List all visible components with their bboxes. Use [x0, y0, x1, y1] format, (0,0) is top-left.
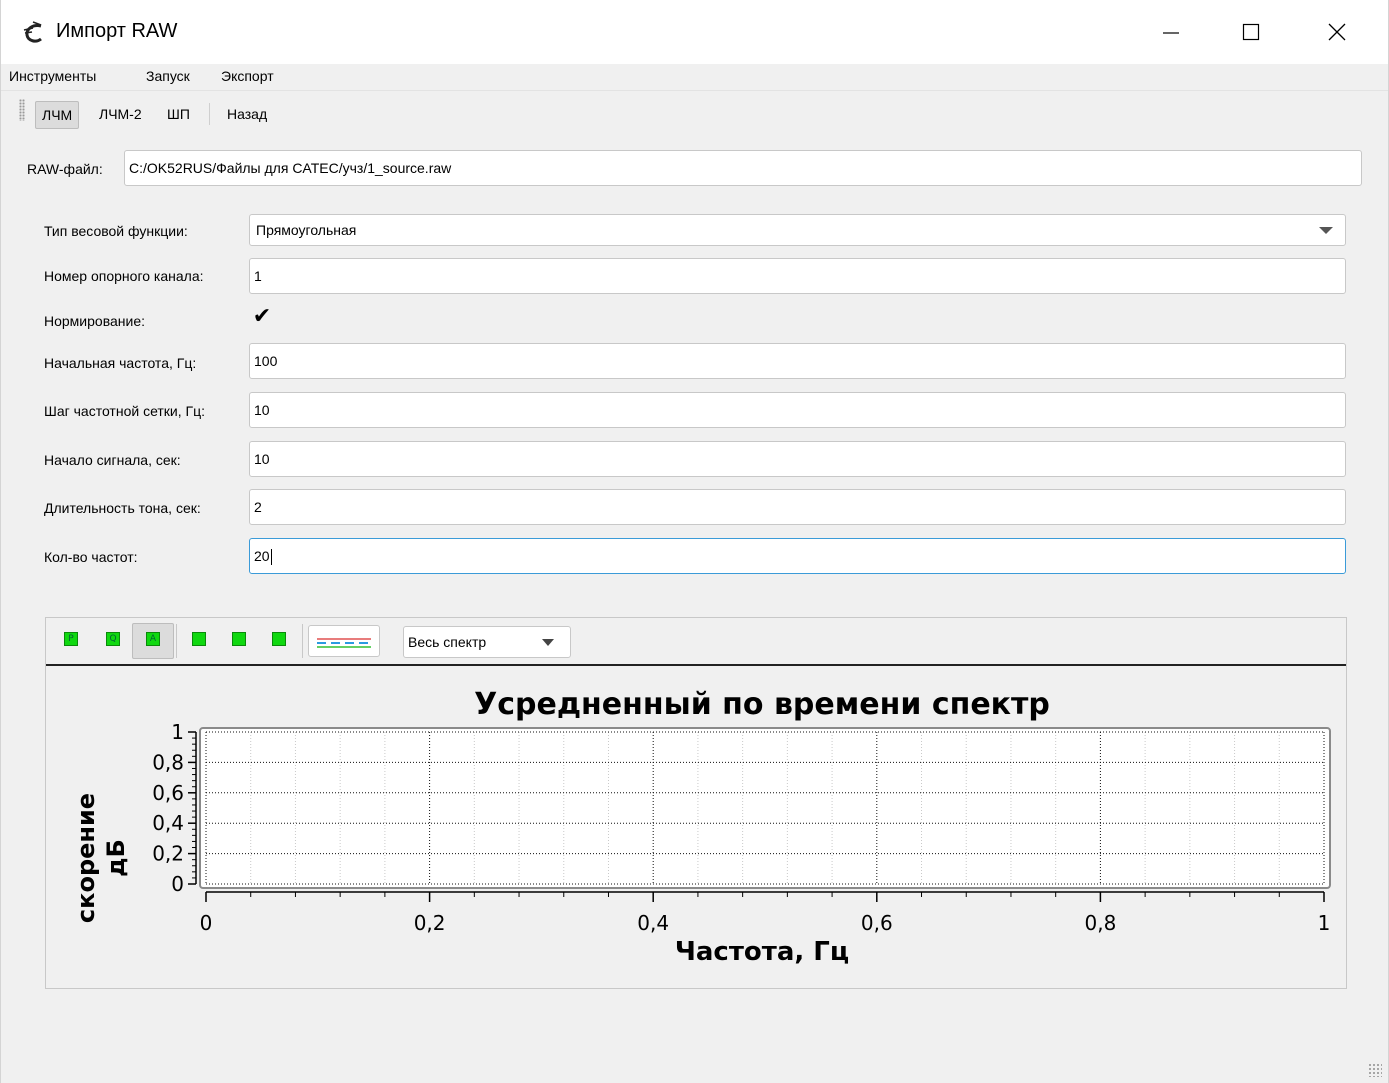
legend-lines-icon: [317, 638, 371, 648]
x-tick-label: 0,8: [1084, 911, 1116, 935]
y-axis-label-line-1: скорение: [72, 793, 100, 923]
x-tick-label: 0: [200, 911, 213, 935]
close-icon: [1328, 23, 1346, 41]
back-button[interactable]: Назад: [221, 101, 273, 129]
spectrum-range-select[interactable]: Весь спектр: [403, 626, 571, 658]
chart-title: Усредненный по времени спектр: [474, 687, 1050, 722]
freq-count-value: 20: [254, 548, 270, 564]
raw-file-label: RAW-файл:: [27, 161, 103, 177]
spectrum-range-value: Весь спектр: [408, 634, 487, 650]
maximize-button[interactable]: [1211, 0, 1291, 64]
menu-tools[interactable]: Инструменты: [9, 68, 96, 84]
zoom-icon[interactable]: Q: [106, 632, 120, 646]
normalize-checkbox[interactable]: ✔: [250, 306, 274, 330]
autoscale-icon[interactable]: A: [146, 632, 160, 646]
window-type-select[interactable]: Прямоугольная: [249, 214, 1346, 246]
y-tick-label: 0,4: [152, 811, 184, 835]
menu-export[interactable]: Экспорт: [221, 68, 274, 84]
menu-run[interactable]: Запуск: [146, 68, 190, 84]
chart-panel: P Q A Весь спектр Усредненный по времени…: [45, 617, 1347, 989]
freq-count-label: Кол-во частот:: [44, 549, 138, 565]
minimize-icon: [1163, 32, 1179, 34]
plot-area[interactable]: 0 0,2 0,4 0,6 0,8 1 0 0,2 0,4 0,6 0,8 1: [152, 720, 1331, 935]
signal-start-label: Начало сигнала, сек:: [44, 452, 181, 468]
pan-icon[interactable]: P: [64, 632, 78, 646]
x-tick-label: 1: [1318, 911, 1331, 935]
x-tick-label: 0,6: [861, 911, 893, 935]
freq-step-label: Шаг частотной сетки, Гц:: [44, 403, 206, 419]
tone-duration-field[interactable]: 2: [249, 489, 1346, 525]
signal-start-field[interactable]: 10: [249, 441, 1346, 477]
spectrum-chart: Усредненный по времени спектр скорение д…: [72, 687, 1331, 967]
text-caret: [270, 549, 272, 566]
fit-icon[interactable]: [192, 632, 206, 646]
raw-file-path-field[interactable]: C:/OK52RUS/Файлы для CATEC/учз/1_source.…: [124, 150, 1362, 186]
close-button[interactable]: [1297, 0, 1377, 64]
freq-count-field[interactable]: 20: [249, 538, 1346, 574]
x-tick-label: 0,2: [414, 911, 446, 935]
plot-frame: [199, 727, 1331, 889]
ref-channel-label: Номер опорного канала:: [44, 268, 204, 284]
y-axis-label-group: скорение дБ: [72, 793, 130, 923]
y-tick-label: 1: [171, 720, 184, 744]
chart-toolbar-divider: [46, 664, 1346, 666]
y-tick-label: 0,2: [152, 842, 184, 866]
title-bar: Импорт RAW: [1, 0, 1388, 64]
y-tick-label: 0,8: [152, 750, 184, 774]
maximize-icon: [1242, 23, 1260, 41]
import-raw-window: Импорт RAW Инструменты Запуск Экспорт ЛЧ…: [0, 0, 1389, 1083]
toolbar-grip-icon[interactable]: [19, 99, 25, 121]
chart-toolbar-separator: [176, 624, 177, 658]
x-tick-label: 0,4: [637, 911, 669, 935]
tab-lfm[interactable]: ЛЧМ: [35, 101, 80, 129]
main-toolbar: ЛЧМ ЛЧМ-2 ШП Назад: [1, 90, 1388, 132]
horizontal-fit-icon[interactable]: [232, 632, 246, 646]
vertical-fit-icon[interactable]: [272, 632, 286, 646]
chevron-down-icon: [1319, 227, 1333, 234]
toolbar-separator: [209, 103, 210, 125]
app-logo-icon: [23, 21, 42, 43]
tab-noise[interactable]: ШП: [161, 101, 196, 129]
start-freq-field[interactable]: 100: [249, 343, 1346, 379]
normalize-label: Нормирование:: [44, 313, 145, 329]
y-tick-label: 0,6: [152, 781, 184, 805]
window-title: Импорт RAW: [56, 20, 178, 42]
x-axis-label: Частота, Гц: [675, 937, 849, 967]
freq-step-field[interactable]: 10: [249, 392, 1346, 428]
chevron-down-icon: [542, 639, 554, 646]
window-type-label: Тип весовой функции:: [44, 223, 188, 239]
start-freq-label: Начальная частота, Гц:: [44, 355, 197, 371]
chart-toolbar-separator-2: [302, 624, 303, 658]
ref-channel-field[interactable]: 1: [249, 258, 1346, 294]
legend-style-button[interactable]: [308, 625, 380, 657]
y-axis-label-line-2: дБ: [102, 839, 130, 877]
tone-duration-label: Длительность тона, сек:: [44, 500, 201, 516]
y-tick-label: 0: [171, 872, 184, 896]
resize-grip-icon[interactable]: [1368, 1063, 1382, 1077]
window-type-value: Прямоугольная: [256, 222, 357, 238]
tab-lfm-2[interactable]: ЛЧМ-2: [93, 101, 148, 129]
menu-bar: Инструменты Запуск Экспорт: [1, 64, 1388, 90]
minimize-button[interactable]: [1131, 0, 1211, 64]
